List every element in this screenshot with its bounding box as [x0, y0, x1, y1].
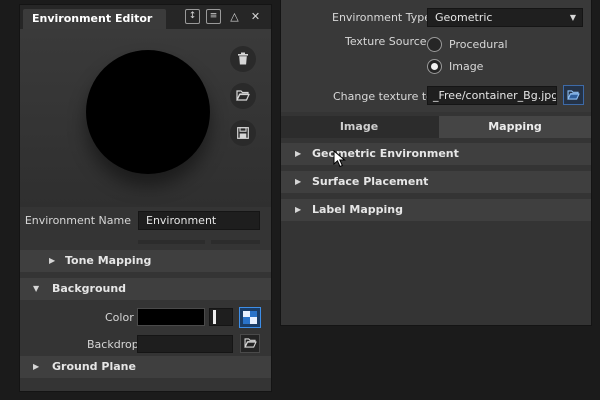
expand-arrow-icon: ▶ — [49, 256, 56, 265]
swap-icon[interactable]: ↕ — [185, 9, 200, 24]
change-texture-label: Change texture to — [333, 90, 433, 103]
geometric-environment-section[interactable]: ▶ Geometric Environment — [281, 143, 591, 165]
preview-sphere — [86, 50, 210, 174]
expand-arrow-icon: ▶ — [295, 149, 302, 158]
environment-type-dropdown[interactable]: Geometric ▼ — [427, 8, 583, 27]
backdrop-input[interactable] — [137, 335, 233, 353]
texture-settings: Environment Type Geometric ▼ Texture Sou… — [281, 0, 591, 112]
environment-name-label: Environment Name — [24, 214, 131, 227]
environment-type-value: Geometric — [435, 11, 493, 24]
chevron-down-icon: ▼ — [569, 13, 576, 22]
texture-folder-icon[interactable] — [563, 85, 584, 105]
environment-name-input[interactable]: Environment — [138, 211, 260, 230]
texture-source-label: Texture Source — [345, 35, 427, 48]
collapse-arrow-icon: ▼ — [33, 284, 40, 293]
expand-arrow-icon: ▶ — [33, 362, 40, 371]
radio-image[interactable] — [427, 59, 442, 74]
list-icon[interactable]: ≡ — [206, 9, 221, 24]
title-bar-icons: ↕ ≡ △ ✕ — [185, 9, 263, 24]
environment-preview — [20, 29, 271, 207]
folder-icon[interactable] — [230, 83, 256, 109]
expand-arrow-icon: ▶ — [295, 205, 302, 214]
environment-name-row: Environment Name Environment — [20, 210, 271, 232]
label-mapping-section[interactable]: ▶ Label Mapping — [281, 199, 591, 221]
color-label: Color — [105, 311, 134, 324]
tone-mapping-section[interactable]: ▶ Tone Mapping — [20, 250, 271, 272]
close-icon[interactable]: ✕ — [248, 9, 263, 24]
collapse-icon[interactable]: △ — [227, 9, 242, 24]
tab-mapping[interactable]: Mapping — [439, 116, 591, 138]
ground-plane-section[interactable]: ▶ Ground Plane — [20, 356, 271, 378]
background-color-swatch[interactable] — [137, 308, 205, 326]
checker-pattern-icon — [243, 311, 257, 324]
mapping-tabs: Image Mapping — [281, 116, 591, 138]
save-icon[interactable] — [230, 120, 256, 146]
texture-panel: Environment Type Geometric ▼ Texture Sou… — [280, 0, 592, 326]
checker-toggle-icon[interactable] — [239, 307, 261, 328]
color-slider[interactable] — [209, 308, 233, 326]
surface-placement-section[interactable]: ▶ Surface Placement — [281, 171, 591, 193]
radio-image-label[interactable]: Image — [449, 60, 483, 73]
expand-arrow-icon: ▶ — [295, 177, 302, 186]
tab-image[interactable]: Image — [281, 116, 437, 138]
slider-handle[interactable] — [213, 310, 216, 324]
environment-editor-panel: Environment Editor ↕ ≡ △ ✕ Environment N… — [19, 4, 272, 392]
divider — [138, 240, 205, 244]
mouse-cursor-icon — [333, 150, 346, 168]
divider — [211, 240, 260, 244]
radio-procedural[interactable] — [427, 37, 442, 52]
radio-procedural-label[interactable]: Procedural — [449, 38, 508, 51]
editor-title-bar: Environment Editor ↕ ≡ △ ✕ — [20, 5, 271, 29]
backdrop-label: Backdrop — [87, 338, 139, 351]
change-texture-input[interactable]: _Free/container_Bg.jpg — [427, 86, 557, 105]
environment-type-label: Environment Type — [332, 11, 431, 24]
editor-title[interactable]: Environment Editor — [23, 9, 166, 29]
backdrop-folder-icon[interactable] — [240, 334, 260, 353]
background-section[interactable]: ▼ Background — [20, 278, 271, 300]
trash-icon[interactable] — [230, 46, 256, 72]
